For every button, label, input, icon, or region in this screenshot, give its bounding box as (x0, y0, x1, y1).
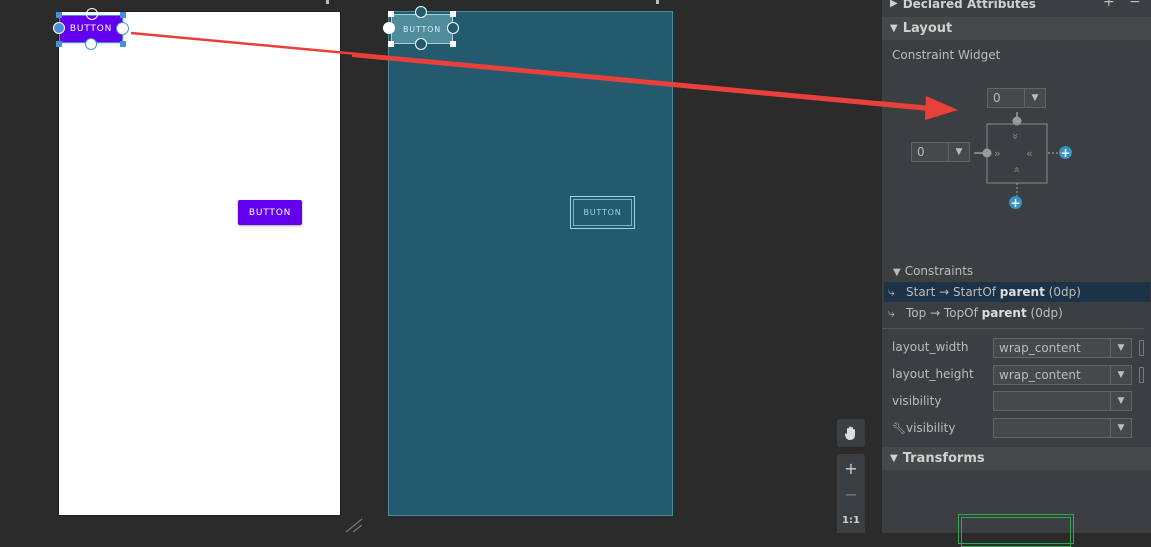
attributes-panel: ▶ Declared Attributes + − ▼ Layout Const… (881, 0, 1151, 547)
constraints-header[interactable]: ▼ Constraints (893, 264, 973, 278)
anchor-top-icon[interactable] (86, 8, 98, 20)
anchor-bottom-icon[interactable] (85, 38, 97, 50)
actual-size-label: 1:1 (842, 514, 860, 526)
remove-attribute-icon[interactable]: − (1129, 0, 1141, 10)
zoom-toolbar: + − 1:1 (837, 419, 865, 533)
constraints-title: Constraints (904, 264, 974, 278)
expand-down-icon: ▼ (890, 453, 898, 464)
surface-divider-mark (326, 0, 329, 4)
add-bottom-constraint-icon[interactable]: + (1009, 196, 1022, 209)
hand-icon[interactable] (837, 419, 865, 447)
attr-label-tools-visibility: 🔧︎visibility (892, 421, 955, 435)
start-margin-value: 0 (917, 145, 925, 159)
tools-visibility-text: visibility (905, 421, 956, 435)
start-margin-dropdown[interactable]: 0 ▼ (911, 142, 970, 162)
attr-side-marker[interactable] (1139, 367, 1144, 383)
attr-label-visibility: visibility (892, 394, 942, 408)
top-margin-value: 0 (993, 91, 1001, 105)
visibility-dropdown[interactable]: ▼ (993, 391, 1132, 411)
attr-label-layout-height: layout_height (892, 367, 974, 381)
transforms-title: Transforms (902, 451, 985, 466)
blueprint-button-label: BUTTON (402, 24, 442, 34)
layout-height-value: wrap_content (999, 368, 1081, 382)
constraint-link-icon: ⤷ (888, 284, 895, 299)
constraint-text: Top → TopOf parent (0dp) (906, 306, 1063, 320)
bp-resize-handle-bottom-right[interactable] (450, 41, 456, 47)
constraint-link-icon: ⤷ (888, 305, 895, 320)
declared-attributes-title: Declared Attributes (902, 0, 1036, 11)
chevron-down-icon: ▼ (1110, 366, 1131, 384)
constraint-widget-diagram[interactable]: » « » » (970, 110, 1080, 220)
bp-anchor-top-icon[interactable] (415, 6, 427, 18)
layout-width-dropdown[interactable]: wrap_content ▼ (993, 338, 1132, 358)
design-surface[interactable] (59, 12, 340, 515)
bp-anchor-bottom-icon[interactable] (415, 38, 427, 50)
bp-resize-handle-top-left[interactable] (388, 11, 394, 17)
bp-resize-handle-top-right[interactable] (450, 11, 456, 17)
transforms-section-header[interactable]: ▼ Transforms (882, 447, 1151, 470)
transform-preview-inner (961, 517, 1071, 547)
expand-down-icon: ▼ (893, 267, 901, 278)
zoom-out-button[interactable]: − (837, 482, 865, 507)
attr-label-layout-width: layout_width (892, 340, 969, 354)
constraint-row-top[interactable]: ⤷ Top → TopOf parent (0dp) (884, 303, 1150, 323)
chevron-down-icon: ▼ (1110, 392, 1131, 410)
bp-resize-handle-bottom-left[interactable] (388, 41, 394, 47)
anchor-end-icon[interactable] (116, 22, 129, 35)
wrench-icon: 🔧︎ (892, 422, 906, 435)
zoom-in-icon: + (844, 458, 858, 478)
resize-handle-bottom-right[interactable] (120, 41, 126, 47)
anchor-start-icon[interactable] (53, 22, 65, 34)
actual-size-button[interactable]: 1:1 (837, 507, 865, 533)
constraint-widget-label: Constraint Widget (892, 48, 1001, 62)
attr-side-marker[interactable] (1139, 340, 1144, 356)
bp-anchor-start-icon[interactable] (383, 22, 395, 34)
expand-down-icon: ▼ (890, 23, 898, 34)
divider (882, 328, 1144, 329)
button-2[interactable]: BUTTON (238, 200, 302, 225)
chevron-down-icon: ▼ (1110, 339, 1131, 357)
constraint-row-start[interactable]: ⤷ Start → StartOf parent (0dp) (884, 282, 1150, 302)
svg-text:»: » (1010, 166, 1023, 173)
add-attribute-icon[interactable]: + (1103, 0, 1115, 10)
svg-text:«: « (1026, 147, 1033, 160)
chevron-down-icon: ▼ (1024, 89, 1045, 107)
tools-visibility-dropdown[interactable]: ▼ (993, 418, 1132, 438)
svg-text:»: » (994, 147, 1001, 160)
constraint-text: Start → StartOf parent (0dp) (906, 285, 1081, 299)
zoom-out-icon: − (844, 485, 858, 504)
add-end-constraint-icon[interactable]: + (1059, 146, 1072, 159)
svg-text:»: » (1009, 133, 1022, 140)
chevron-down-icon: ▼ (948, 143, 969, 161)
zoom-in-button[interactable]: + (837, 454, 865, 482)
surface-divider-mark (656, 0, 659, 4)
layout-height-dropdown[interactable]: wrap_content ▼ (993, 365, 1132, 385)
layout-section-header[interactable]: ▼ Layout (882, 17, 1151, 40)
resize-handle-top-right[interactable] (120, 12, 126, 18)
layout-title: Layout (902, 21, 953, 36)
expand-right-icon: ▶ (890, 0, 898, 9)
layout-width-value: wrap_content (999, 341, 1081, 355)
blueprint-button-2[interactable]: BUTTON (570, 196, 635, 229)
top-margin-dropdown[interactable]: 0 ▼ (987, 88, 1046, 108)
chevron-down-icon: ▼ (1110, 419, 1131, 437)
surface-resize-handle-icon[interactable] (344, 518, 364, 533)
blueprint-button-2-label: BUTTON (583, 208, 622, 217)
bp-anchor-end-icon[interactable] (447, 22, 459, 34)
resize-handle-top-left[interactable] (56, 12, 62, 18)
resize-handle-bottom-left[interactable] (56, 41, 62, 47)
blueprint-surface[interactable] (389, 12, 672, 515)
